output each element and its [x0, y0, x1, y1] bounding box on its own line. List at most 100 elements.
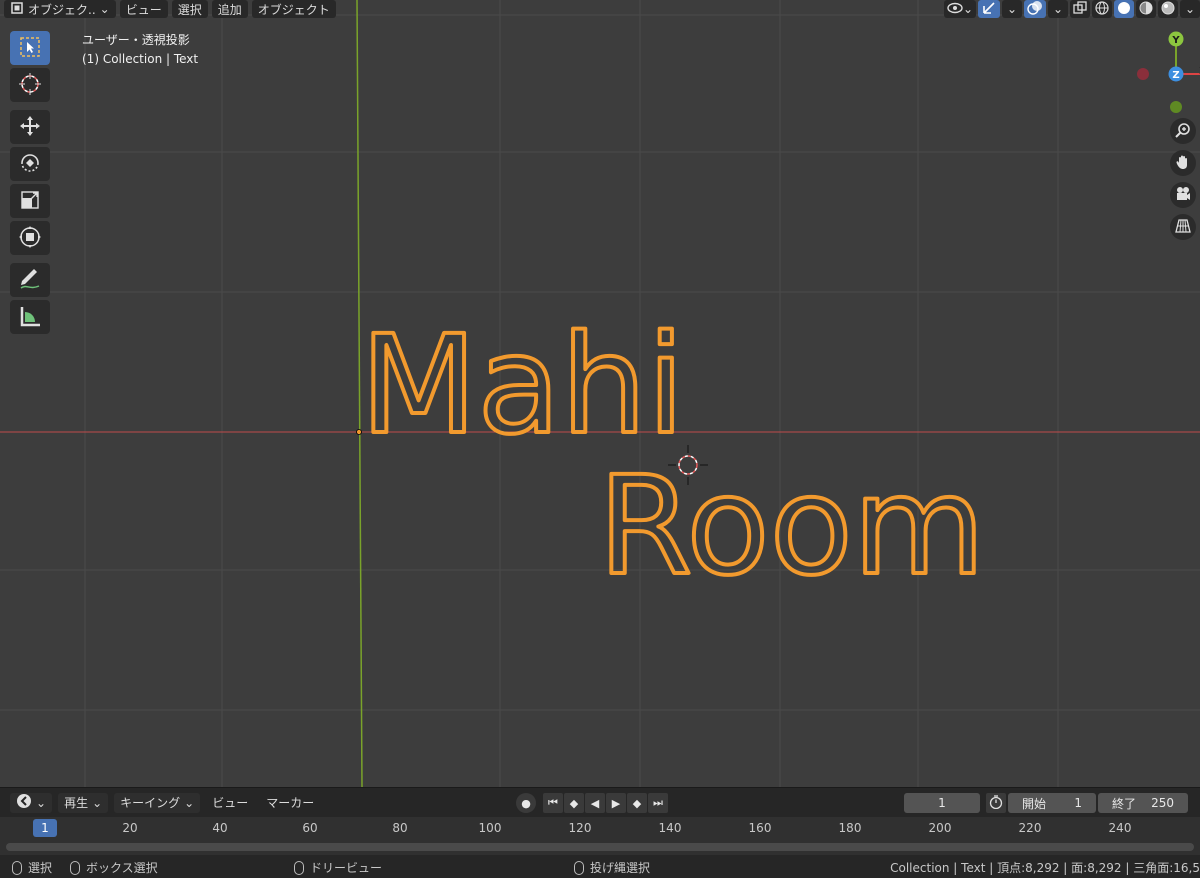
- text-object-line1: Mahi: [360, 307, 685, 465]
- current-frame-indicator[interactable]: 1: [33, 819, 57, 837]
- frame-tick: 100: [478, 821, 502, 835]
- svg-text:Y: Y: [1171, 35, 1180, 46]
- frame-tick: 220: [1018, 821, 1042, 835]
- xray-toggle[interactable]: [1070, 0, 1090, 18]
- gizmo-dropdown[interactable]: ⌄: [1002, 0, 1022, 18]
- tool-scale[interactable]: [10, 184, 50, 218]
- hint-select: 選択: [12, 859, 52, 876]
- perspective-toggle-button[interactable]: [1170, 214, 1196, 240]
- overlay-toggle[interactable]: [1024, 0, 1046, 18]
- shading-solid[interactable]: [1114, 0, 1134, 18]
- timeline-header: ⌄ 再生 ⌄ キーイング ⌄ ビュー マーカー ● ⏮ ◆ ◀ ▶ ◆ ⏭ 1 開始…: [0, 787, 1200, 817]
- gizmo-toggle[interactable]: [978, 0, 1000, 18]
- mouse-right-icon: [574, 860, 584, 875]
- annotate-pencil-icon: [18, 267, 42, 294]
- camera-view-button[interactable]: [1170, 182, 1196, 208]
- mouse-middle-icon: [294, 860, 304, 875]
- timeline-area[interactable]: 1 20 40 60 80 100 120 140 160 180 200 22…: [0, 817, 1200, 855]
- preview-range-toggle[interactable]: [986, 793, 1006, 813]
- frame-tick: 140: [658, 821, 682, 835]
- gizmo-neg-x: [1137, 68, 1149, 80]
- prev-keyframe-button[interactable]: ◆: [564, 793, 584, 813]
- tool-measure[interactable]: [10, 300, 50, 334]
- pan-button[interactable]: [1170, 150, 1196, 176]
- start-frame-field[interactable]: 開始 1: [1008, 793, 1096, 813]
- wireframe-sphere-icon: [1095, 0, 1109, 18]
- zoom-magnifier-icon: [1175, 122, 1191, 141]
- cursor-icon: [18, 72, 42, 99]
- timeline-scrollbar[interactable]: [6, 843, 1194, 851]
- 3d-viewport[interactable]: Mahi Room オブジェク.. ⌄ ビュー 選択 追加 オブジェクト ⌄ ⌄…: [0, 0, 1200, 787]
- chevron-down-icon: ⌄: [962, 2, 973, 16]
- viewport-header: オブジェク.. ⌄ ビュー 選択 追加 オブジェクト ⌄ ⌄ ⌄ ⌄: [0, 0, 1200, 18]
- visibility-dropdown[interactable]: ⌄: [943, 0, 976, 18]
- hand-icon: [1175, 154, 1191, 173]
- next-keyframe-button[interactable]: ◆: [627, 793, 647, 813]
- menu-timeline-view[interactable]: ビュー: [206, 793, 254, 813]
- shading-dropdown[interactable]: ⌄: [1180, 0, 1200, 18]
- tool-cursor[interactable]: [10, 68, 50, 102]
- playback-controls: ● ⏮ ◆ ◀ ▶ ◆ ⏭: [516, 793, 668, 813]
- xray-icon: [1073, 0, 1087, 18]
- chevron-down-icon: ⌄: [36, 795, 47, 810]
- overlay-dropdown[interactable]: ⌄: [1048, 0, 1068, 18]
- menu-object[interactable]: オブジェクト: [251, 0, 336, 18]
- frame-tick: 120: [568, 821, 592, 835]
- collection-label: (1) Collection | Text: [82, 52, 199, 66]
- view-name-label: ユーザー・透視投影: [82, 33, 190, 47]
- overlay-icon: [1027, 0, 1043, 19]
- frame-tick: 60: [302, 821, 318, 835]
- chevron-down-icon: ⌄: [1006, 2, 1018, 16]
- menu-view[interactable]: ビュー: [119, 0, 168, 18]
- stopwatch-icon: [989, 794, 1003, 812]
- record-button[interactable]: ●: [516, 793, 536, 813]
- editor-type-dropdown[interactable]: ⌄: [10, 792, 53, 813]
- menu-select[interactable]: 選択: [171, 0, 208, 18]
- gizmo-neg-y: [1170, 101, 1182, 113]
- mode-label: オブジェク..: [28, 2, 96, 17]
- grid-perspective-icon: [1175, 218, 1191, 237]
- frame-tick: 40: [212, 821, 228, 835]
- end-frame-field[interactable]: 終了 250: [1098, 793, 1188, 813]
- rendered-sphere-icon: [1161, 1, 1175, 18]
- solid-sphere-icon: [1117, 1, 1131, 18]
- jump-start-button[interactable]: ⏮: [543, 793, 563, 813]
- shading-material[interactable]: [1136, 0, 1156, 18]
- zoom-button[interactable]: [1170, 118, 1196, 144]
- gizmo-x-label: X: [1196, 66, 1200, 77]
- current-frame-field[interactable]: 1: [904, 793, 980, 813]
- scale-icon: [19, 189, 41, 214]
- measure-ruler-icon: [18, 304, 42, 331]
- frame-tick: 160: [748, 821, 772, 835]
- transform-icon: [18, 225, 42, 252]
- object-origin: [356, 429, 362, 435]
- menu-playback[interactable]: 再生 ⌄: [58, 792, 109, 813]
- shading-wireframe[interactable]: [1092, 0, 1112, 18]
- material-sphere-icon: [1139, 1, 1153, 18]
- menu-keying[interactable]: キーイング ⌄: [114, 792, 201, 813]
- tool-rotate[interactable]: [10, 147, 50, 181]
- jump-end-button[interactable]: ⏭: [648, 793, 668, 813]
- tool-shelf: [10, 31, 50, 337]
- svg-text:Z: Z: [1172, 70, 1179, 81]
- frame-tick: 80: [392, 821, 408, 835]
- hint-lasso: 投げ縄選択: [574, 859, 650, 876]
- menu-marker[interactable]: マーカー: [260, 793, 320, 813]
- viewport-grid: Mahi Room: [0, 0, 1200, 787]
- prev-keyframe-icon: ◆: [569, 796, 579, 810]
- play-button[interactable]: ▶: [606, 793, 626, 813]
- play-icon: ▶: [611, 796, 621, 810]
- tool-annotate[interactable]: [10, 263, 50, 297]
- record-dot-icon: ●: [521, 796, 531, 810]
- play-reverse-button[interactable]: ◀: [585, 793, 605, 813]
- chevron-down-icon: ⌄: [92, 795, 103, 810]
- tool-select-box[interactable]: [10, 31, 50, 65]
- timeline-clock-icon: [16, 793, 32, 812]
- navigation-gizmo[interactable]: Y Z X: [1110, 28, 1200, 118]
- jump-start-icon: ⏮: [548, 796, 558, 809]
- menu-add[interactable]: 追加: [211, 0, 248, 18]
- shading-rendered[interactable]: [1158, 0, 1178, 18]
- tool-move[interactable]: [10, 110, 50, 144]
- mode-dropdown[interactable]: オブジェク.. ⌄: [4, 0, 116, 18]
- tool-transform[interactable]: [10, 221, 50, 255]
